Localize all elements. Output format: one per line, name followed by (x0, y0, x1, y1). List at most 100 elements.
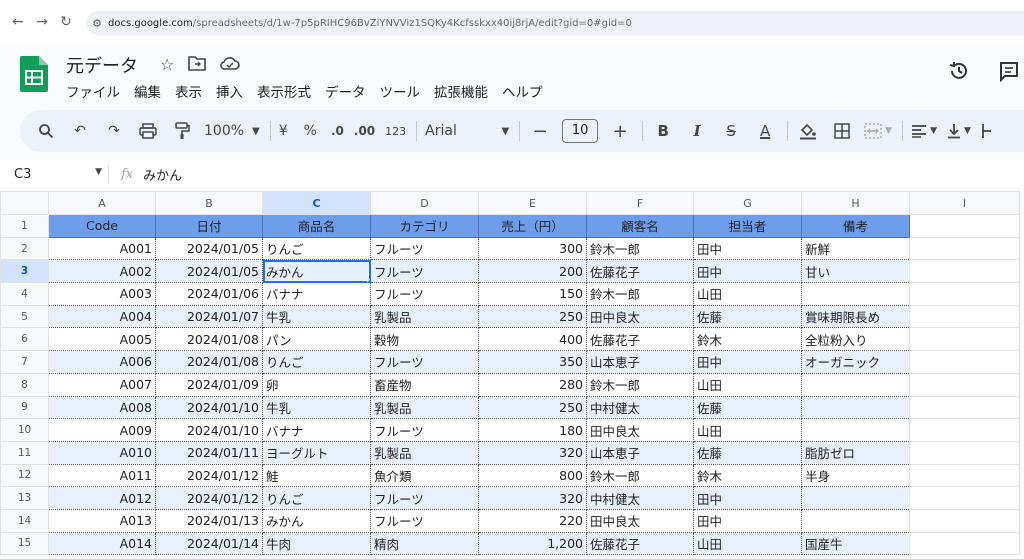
table-cell[interactable] (801, 486, 910, 510)
table-cell[interactable]: 鈴木 (693, 463, 802, 488)
table-cell[interactable]: 田中 (693, 508, 802, 533)
table-cell[interactable]: 佐藤 (693, 395, 802, 420)
table-cell[interactable]: 山本恵子 (586, 350, 694, 374)
header-cell[interactable]: 商品名 (262, 214, 371, 238)
table-cell[interactable]: 200 (478, 259, 587, 284)
reload-icon[interactable]: ↻ (54, 10, 78, 34)
merge-cells-icon[interactable]: ▼ (864, 117, 892, 145)
empty-cell[interactable] (909, 508, 1020, 533)
spreadsheet-grid[interactable]: ABCDEFGHI 1 Code 日付 商品名 カテゴリ 売上（円） 顧客名 担当者 備考 2 A0… (0, 191, 1024, 559)
increase-font-size-button[interactable]: + (608, 117, 632, 145)
table-cell[interactable]: ヨーグルト (262, 440, 371, 465)
column-header-g[interactable]: G (693, 191, 802, 215)
table-cell[interactable] (801, 395, 910, 420)
table-cell[interactable]: 佐藤花子 (586, 327, 694, 352)
table-cell[interactable]: フルーツ (370, 350, 479, 374)
cell-reference[interactable]: C3 (14, 167, 31, 182)
empty-cell[interactable] (909, 259, 1020, 284)
name-box-dropdown-icon[interactable]: ▼ (95, 167, 102, 182)
sheets-logo-icon[interactable] (20, 56, 48, 92)
row-header[interactable]: 8 (0, 372, 49, 397)
back-arrow-icon[interactable]: ← (6, 10, 30, 34)
name-box[interactable]: C3 ▼ (0, 167, 108, 182)
table-cell[interactable] (801, 418, 910, 442)
table-cell[interactable]: 2024/01/08 (155, 327, 263, 352)
table-cell[interactable]: 2024/01/10 (155, 395, 263, 420)
table-cell[interactable]: 甘い (801, 259, 910, 284)
site-info-icon[interactable]: ⚙ (86, 17, 108, 30)
select-all-corner[interactable] (0, 191, 49, 215)
menu-data[interactable]: データ (325, 81, 366, 101)
table-cell[interactable]: 400 (478, 327, 587, 352)
row-header[interactable]: 12 (0, 463, 49, 488)
table-cell[interactable]: 山田 (693, 531, 802, 556)
empty-cell[interactable] (909, 236, 1020, 261)
table-cell[interactable]: 畜産物 (370, 372, 479, 397)
table-cell[interactable]: A008 (48, 395, 156, 420)
table-cell[interactable]: A014 (48, 531, 156, 556)
table-cell[interactable]: オーガニック (801, 350, 910, 374)
menu-edit[interactable]: 編集 (134, 81, 161, 101)
table-cell[interactable]: A010 (48, 440, 156, 465)
decrease-font-size-button[interactable]: − (528, 117, 552, 145)
table-cell[interactable]: フルーツ (370, 418, 479, 442)
menu-extensions[interactable]: 拡張機能 (434, 81, 488, 101)
column-header-h[interactable]: H (801, 191, 910, 215)
undo-icon[interactable]: ↶ (68, 117, 92, 145)
font-size-input[interactable]: 10 (562, 117, 599, 145)
table-cell[interactable]: 乳製品 (370, 304, 479, 329)
table-cell[interactable]: A001 (48, 236, 156, 261)
header-cell[interactable]: Code (48, 214, 156, 238)
empty-cell[interactable] (909, 486, 1020, 510)
menu-help[interactable]: ヘルプ (502, 81, 543, 101)
text-color-button[interactable]: A (753, 117, 777, 145)
column-header-i[interactable]: I (909, 191, 1020, 215)
table-cell[interactable] (801, 282, 910, 306)
address-bar[interactable]: ⚙ docs.google.com/spreadsheets/d/1w-7p5p… (86, 11, 1024, 35)
menu-tools[interactable]: ツール (380, 81, 421, 101)
column-header-f[interactable]: F (586, 191, 694, 215)
menu-view[interactable]: 表示 (175, 81, 202, 101)
table-cell[interactable]: 賞味期限長め (801, 304, 910, 329)
table-cell[interactable]: 乳製品 (370, 440, 479, 465)
table-cell[interactable]: 250 (478, 395, 587, 420)
row-header[interactable]: 9 (0, 395, 49, 420)
table-cell[interactable]: パン (262, 327, 371, 352)
table-cell[interactable]: 山田 (693, 418, 802, 442)
table-cell[interactable]: 国産牛 (801, 531, 910, 556)
table-cell[interactable]: 鈴木一郎 (586, 372, 694, 397)
version-history-icon[interactable] (948, 60, 970, 88)
table-cell[interactable]: 鈴木一郎 (586, 282, 694, 306)
column-header-a[interactable]: A (48, 191, 156, 215)
table-cell[interactable]: 鈴木一郎 (586, 463, 694, 488)
table-cell[interactable]: バナナ (262, 418, 371, 442)
formula-input[interactable]: みかん (143, 165, 182, 184)
table-cell[interactable]: 250 (478, 304, 587, 329)
table-cell[interactable]: 800 (478, 463, 587, 488)
more-formats-button[interactable]: 123 (385, 117, 406, 145)
table-cell[interactable]: 佐藤 (693, 304, 802, 329)
row-header[interactable]: 5 (0, 304, 49, 329)
row-header[interactable]: 11 (0, 440, 49, 465)
search-menus-icon[interactable] (34, 117, 58, 145)
header-cell[interactable]: 備考 (801, 214, 910, 238)
empty-cell[interactable] (909, 350, 1020, 374)
increase-decimal-button[interactable]: .00 (354, 117, 375, 145)
document-title[interactable]: 元データ (66, 52, 138, 78)
table-cell[interactable]: 穀物 (370, 327, 479, 352)
table-cell[interactable]: 山田 (693, 282, 802, 306)
row-header[interactable]: 4 (0, 282, 49, 306)
text-wrap-icon[interactable] (981, 117, 993, 145)
table-cell[interactable]: 牛肉 (262, 531, 371, 556)
font-family-select[interactable]: Arial ▼ (425, 117, 509, 145)
cloud-status-icon[interactable] (220, 55, 241, 75)
table-cell[interactable]: 1,200 (478, 531, 587, 556)
empty-cell[interactable] (909, 214, 1020, 238)
table-cell[interactable]: 卵 (262, 372, 371, 397)
header-cell[interactable]: 顧客名 (586, 214, 694, 238)
table-cell[interactable]: 2024/01/08 (155, 350, 263, 374)
column-header-c[interactable]: C (262, 191, 371, 215)
table-cell[interactable]: 2024/01/07 (155, 304, 263, 329)
empty-cell[interactable] (909, 418, 1020, 442)
table-cell[interactable]: A012 (48, 486, 156, 510)
